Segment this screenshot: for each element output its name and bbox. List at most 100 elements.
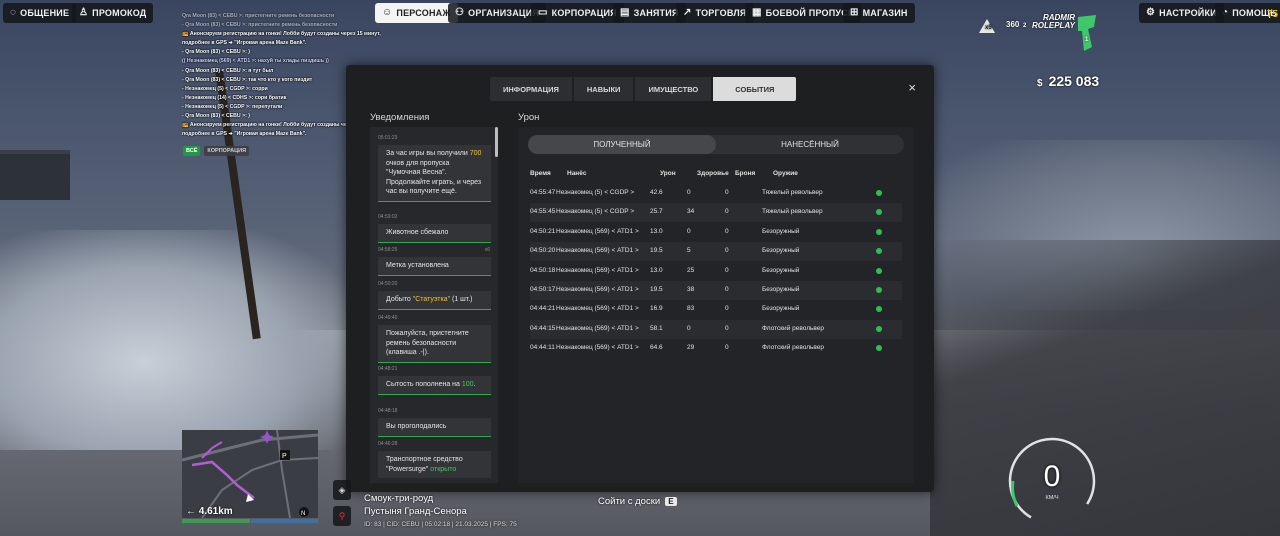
settings-button[interactable]: ⚙ НАСТРОЙКИ	[1139, 3, 1224, 23]
tab-events[interactable]: СОБЫТИЯ	[713, 77, 797, 101]
notification-time: 04:48:18	[378, 408, 398, 414]
cell-time: 04:44:11	[530, 344, 555, 352]
column-armor: Броня	[735, 170, 756, 177]
cell-armor: 0	[725, 247, 729, 255]
waypoint-icon	[260, 430, 274, 444]
notification-card: Пожалуйста, пристегните ремень безопасно…	[378, 325, 491, 363]
corporation-button[interactable]: ▭ КОРПОРАЦИЯ	[531, 3, 624, 23]
notification-card: За час игры вы получили 700 очков для пр…	[378, 145, 491, 202]
notifications-scrollbar[interactable]	[495, 127, 498, 157]
cell-weapon: Безоружный	[762, 305, 800, 313]
cell-damage: 19.5	[650, 286, 663, 293]
minimap: P N	[182, 430, 318, 518]
cell-armor: 0	[725, 305, 729, 313]
trade-button[interactable]: ↗ ТОРГОВЛЯ	[676, 3, 754, 23]
notification-text: Вы проголодались	[386, 423, 447, 430]
character-button[interactable]: ☺ ПЕРСОНАЖ	[375, 3, 458, 23]
notification-text: .	[473, 381, 476, 388]
cell-health: 83	[687, 305, 695, 313]
microphone-icon[interactable]: ⚲	[333, 506, 351, 526]
cell-weapon: Безоружный	[762, 266, 800, 274]
column-weapon: Оружие	[773, 170, 798, 177]
logo-line2: ROLEPLAY	[1032, 21, 1075, 30]
chat-tab-all[interactable]: ВСЁ	[183, 146, 201, 156]
notification-time: 04:59:02	[378, 214, 398, 220]
cell-time: 04:44:15	[530, 324, 556, 332]
scene-road	[930, 240, 1280, 536]
cell-health: 5	[687, 247, 691, 255]
cell-damage: 19.5	[650, 247, 663, 255]
close-icon[interactable]: ×	[908, 81, 916, 95]
tab-property[interactable]: ИМУЩЕСТВО	[635, 77, 712, 101]
cell-attacker: Незнакомец (569) < ATD1 >	[556, 227, 639, 235]
notification-text: Метка установлена	[386, 262, 449, 269]
notification-card: Вы проголодались	[378, 418, 491, 437]
stat-right-sub: 2	[1023, 23, 1027, 29]
scene-snow	[0, 230, 360, 450]
chat-line: подробнее в GPS ➔ "Игровая арена Maze Ba…	[182, 40, 307, 47]
segment-received[interactable]: ПОЛУЧЕННЫЙ	[528, 135, 716, 154]
player-info: ID: 83 | CID: CEBU | 05:02:18 | 21.03.20…	[364, 521, 517, 528]
notification-time: 04:49:40	[378, 315, 398, 321]
health-bar	[182, 519, 250, 523]
tab-skills[interactable]: НАВЫКИ	[573, 77, 634, 101]
damage-row: 04:50:20 Незнакомец (569) < ATD1 > 19.5 5 0 Б…	[530, 242, 902, 262]
notification-card: Транспортное средство "Powersurge" откры…	[378, 451, 491, 478]
cell-health: 25	[687, 266, 695, 274]
notification-highlight: "Статуэтка"	[412, 296, 451, 303]
notification-highlight: открыто	[430, 465, 457, 473]
cell-damage: 64.6	[650, 344, 663, 352]
cell-damage: 58.1	[650, 324, 663, 332]
street-name: Смоук-три-роуд	[364, 493, 434, 504]
column-attacker: Нанёс	[567, 170, 587, 177]
status-dot-icon	[876, 228, 882, 235]
shield-icon[interactable]: ◈	[333, 480, 351, 500]
notification-time: 05:01:23	[378, 135, 398, 141]
cell-damage: 25.7	[650, 208, 663, 216]
segment-dealt[interactable]: НАНЕСЁННЫЙ	[716, 135, 904, 154]
notification-time: 04:48:21	[378, 366, 398, 372]
promo-button[interactable]: ♙ ПРОМОКОД	[72, 3, 154, 23]
armor-bar	[250, 519, 318, 523]
notification-text: (1 шт.)	[450, 296, 473, 303]
status-dot-icon	[876, 306, 882, 313]
cell-armor: 0	[725, 344, 729, 352]
action-prompt: Сойти с доски E	[598, 496, 677, 507]
chart-icon: ↗	[683, 7, 692, 18]
prompt-text: Сойти с доски	[598, 496, 661, 507]
speed-value: 0	[1043, 460, 1061, 493]
notification-card: Добыто "Статуэтка" (1 шт.)	[378, 291, 491, 310]
shop-button[interactable]: ⊞ МАГАЗИН	[843, 3, 915, 23]
notification-time: 04:58:25	[378, 247, 398, 253]
cell-damage: 13.0	[650, 266, 663, 274]
chat-tab-corporation[interactable]: КОРПОРАЦИЯ	[204, 146, 250, 156]
cell-damage: 13.0	[650, 227, 663, 235]
status-dot-icon	[876, 190, 882, 196]
currency-symbol: $	[1037, 78, 1043, 89]
cell-attacker: Незнакомец (569) < ATD1 >	[556, 324, 639, 332]
column-health: Здоровье	[697, 170, 729, 177]
cell-health: 34	[687, 208, 695, 216]
character-events-modal: ИНФОРМАЦИЯ НАВЫКИ ИМУЩЕСТВО СОБЫТИЯ × Ув…	[346, 65, 934, 492]
notification-text: очков для пропуска "Чумочная Весна". Про…	[386, 159, 482, 196]
cell-damage: 42.6	[650, 189, 663, 196]
tab-information[interactable]: ИНФОРМАЦИЯ	[490, 77, 572, 101]
notification-card: Сытость пополнена на 100.	[378, 376, 491, 395]
cell-time: 04:50:20	[530, 247, 556, 255]
cell-weapon: Флотский револьвер	[762, 324, 825, 332]
damage-row: 04:50:21 Незнакомец (569) < ATD1 > 13.0 0 0 Б…	[530, 223, 902, 242]
notification-highlight: 100	[461, 381, 474, 388]
cell-attacker: Незнакомец (569) < ATD1 >	[556, 286, 639, 293]
cell-attacker: Незнакомец (5) < CGDP >	[556, 208, 635, 216]
logo-badge: 1	[1085, 37, 1089, 43]
person-icon: ♙	[79, 7, 89, 18]
minimap-marker: P	[282, 453, 287, 460]
cell-time: 04:50:18	[530, 266, 556, 274]
chat-button[interactable]: ◌ ОБЩЕНИЕ	[3, 3, 77, 23]
classes-button[interactable]: ▤ ЗАНЯТИЯ	[613, 3, 686, 23]
cell-health: 0	[687, 189, 691, 196]
money-display: $225 083	[1037, 73, 1099, 89]
cell-armor: 0	[725, 266, 729, 274]
notification-text: Сытость пополнена на	[386, 381, 462, 388]
status-bars	[182, 519, 318, 523]
